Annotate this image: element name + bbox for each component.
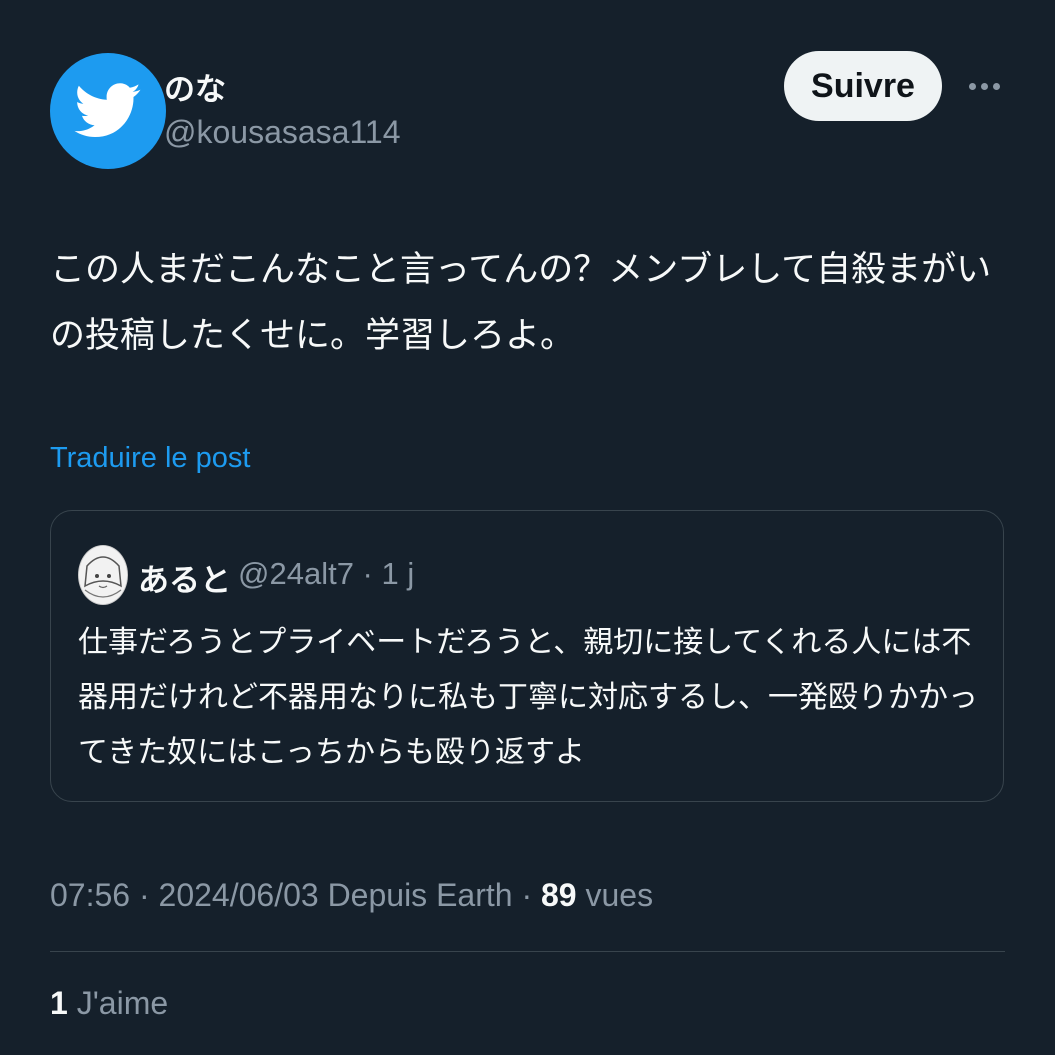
more-horizontal-icon [968,82,976,90]
likes-label: J'aime [76,985,169,1021]
translate-post-link[interactable]: Traduire le post [50,442,250,475]
quote-author-handle-time: @24alt7 · 1 j [238,556,415,591]
twitter-bird-icon [74,83,141,138]
post-meta: 07:56 · 2024/06/03 Depuis Earth · 89 vue… [50,877,653,914]
divider [50,951,1005,952]
post-timestamp[interactable]: 07:56 · 2024/06/03 [50,877,319,913]
views-label: vues [585,877,654,913]
author-avatar[interactable] [50,53,166,169]
follow-button[interactable]: Suivre [784,51,942,121]
likes-stat[interactable]: 1 J'aime [50,985,168,1022]
more-horizontal-icon-dot [992,82,1000,90]
views-count: 89 [540,877,577,913]
post-text: この人まだこんなこと言ってんの？メンブレして自殺まがい の投稿したくせに。学習し… [50,250,992,356]
post-source: Depuis Earth [327,877,513,913]
quote-text: 仕事だろうとプライベートだろうと、親切に接してくれる人には不 器用だけれど不器用… [78,625,978,770]
more-horizontal-icon-dot [980,82,988,90]
likes-count: 1 [50,985,68,1021]
meta-separator: · [521,877,533,913]
author-display-name[interactable]: のな [164,64,226,109]
anime-avatar-icon [79,546,127,604]
quote-author-avatar [78,545,128,605]
more-options-button[interactable] [962,70,1006,102]
author-handle[interactable]: @kousasasa114 [164,114,400,151]
quote-author-name: あると [138,563,231,599]
